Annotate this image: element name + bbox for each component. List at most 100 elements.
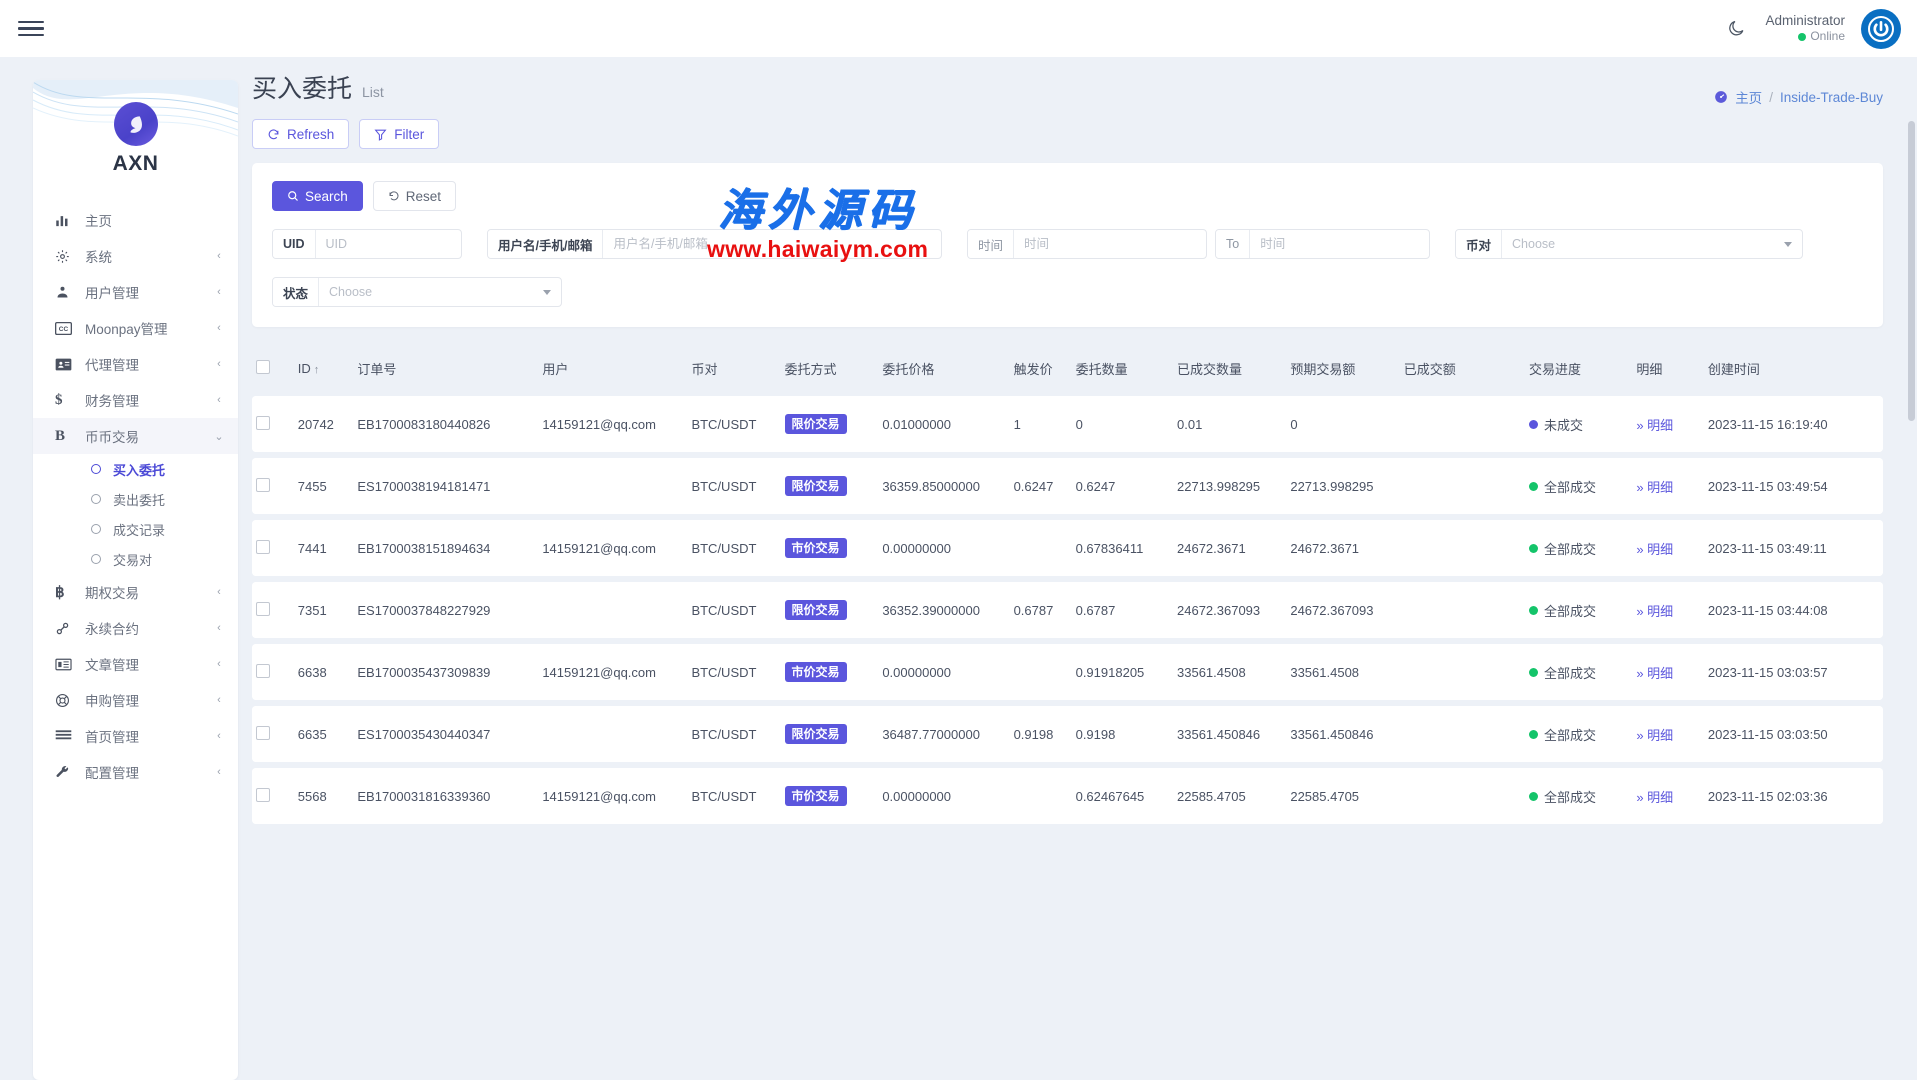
cell-user: 14159121@qq.com — [538, 396, 687, 452]
row-checkbox[interactable] — [256, 788, 270, 802]
sidebar-subitem-label: 成交记录 — [113, 520, 165, 539]
uid-filter[interactable]: UID — [272, 229, 462, 259]
status-filter[interactable]: 状态 Choose — [272, 277, 562, 307]
vertical-scrollbar[interactable] — [1908, 121, 1915, 421]
filter-button[interactable]: Filter — [359, 119, 439, 149]
sidebar-item-system[interactable]: 系统 ‹ — [33, 238, 238, 274]
sidebar-nav: 主页 系统 ‹ 用户管理 ‹ CC Moonpay管理 ‹ — [33, 190, 238, 790]
avatar[interactable] — [1861, 9, 1901, 49]
moon-icon[interactable] — [1723, 16, 1749, 42]
detail-link[interactable]: » 明细 — [1636, 666, 1673, 681]
breadcrumb-separator: / — [1769, 90, 1773, 105]
table-row[interactable]: 20742EB170008318044082614159121@qq.comBT… — [252, 396, 1883, 452]
sidebar-item-perpetual-contract[interactable]: 永续合约 ‹ — [33, 610, 238, 646]
chevron-icon: ‹ — [214, 730, 224, 742]
sidebar-item-sell-order[interactable]: 卖出委托 — [33, 484, 238, 514]
sidebar-item-moonpay[interactable]: CC Moonpay管理 ‹ — [33, 310, 238, 346]
table-row[interactable]: 7351ES1700037848227929BTC/USDT限价交易36352.… — [252, 582, 1883, 638]
sidebar-item-trade-records[interactable]: 成交记录 — [33, 514, 238, 544]
chevron-icon: ‹ — [214, 322, 224, 334]
select-all-header[interactable] — [252, 347, 294, 390]
date-from-input[interactable] — [1014, 230, 1206, 258]
reset-button[interactable]: Reset — [373, 181, 456, 211]
chevron-icon: ‹ — [214, 658, 224, 670]
row-checkbox[interactable] — [256, 416, 270, 430]
id-card-icon — [55, 357, 75, 372]
cell-detail[interactable]: » 明细 — [1632, 582, 1704, 638]
table-row[interactable]: 6635ES1700035430440347BTC/USDT限价交易36487.… — [252, 706, 1883, 762]
user-input[interactable] — [603, 230, 941, 258]
pair-filter[interactable]: 币对 Choose — [1455, 229, 1803, 259]
user-filter[interactable]: 用户名/手机/邮箱 — [487, 229, 942, 259]
cell-order-no: ES1700037848227929 — [353, 582, 538, 638]
sidebar-item-agent-management[interactable]: 代理管理 ‹ — [33, 346, 238, 382]
date-from-filter[interactable]: 时间 — [967, 229, 1207, 259]
row-checkbox-cell[interactable] — [252, 458, 294, 514]
cell-user: 14159121@qq.com — [538, 768, 687, 824]
row-checkbox-cell[interactable] — [252, 768, 294, 824]
status-label: 未成交 — [1544, 415, 1583, 434]
row-checkbox[interactable] — [256, 726, 270, 740]
status-select[interactable]: Choose — [319, 278, 561, 306]
search-button[interactable]: Search — [272, 181, 363, 211]
table-row[interactable]: 7455ES1700038194181471BTC/USDT限价交易36359.… — [252, 458, 1883, 514]
sidebar-item-home[interactable]: 主页 — [33, 202, 238, 238]
date-to-filter[interactable]: To — [1215, 229, 1430, 259]
hamburger-icon[interactable] — [18, 18, 44, 40]
cell-detail[interactable]: » 明细 — [1632, 706, 1704, 762]
row-checkbox-cell[interactable] — [252, 706, 294, 762]
detail-link[interactable]: » 明细 — [1636, 790, 1673, 805]
row-checkbox-cell[interactable] — [252, 582, 294, 638]
sidebar-item-trade-pairs[interactable]: 交易对 — [33, 544, 238, 574]
breadcrumb-home[interactable]: 主页 — [1735, 87, 1762, 107]
uid-input[interactable] — [316, 230, 461, 258]
cell-created-at: 2023-11-15 03:49:11 — [1704, 520, 1883, 576]
cell-detail[interactable]: » 明细 — [1632, 396, 1704, 452]
date-to-input[interactable] — [1250, 230, 1429, 258]
cell-detail[interactable]: » 明细 — [1632, 458, 1704, 514]
table-row[interactable]: 7441EB170003815189463414159121@qq.comBTC… — [252, 520, 1883, 576]
detail-link[interactable]: » 明细 — [1636, 728, 1673, 743]
cell-trade-progress: 全部成交 — [1525, 520, 1632, 576]
cell-detail[interactable]: » 明细 — [1632, 768, 1704, 824]
row-checkbox-cell[interactable] — [252, 520, 294, 576]
sidebar-item-homepage-management[interactable]: 首页管理 ‹ — [33, 718, 238, 754]
table-row[interactable]: 5568EB170003181633936014159121@qq.comBTC… — [252, 768, 1883, 824]
row-checkbox-cell[interactable] — [252, 396, 294, 452]
bitcoin-icon: ฿ — [55, 583, 75, 602]
cell-trigger-price — [1010, 768, 1072, 824]
newspaper-icon — [55, 657, 75, 672]
select-all-checkbox[interactable] — [256, 360, 270, 374]
row-checkbox-cell[interactable] — [252, 644, 294, 700]
pair-select[interactable]: Choose — [1502, 230, 1802, 258]
table-row[interactable]: 6638EB170003543730983914159121@qq.comBTC… — [252, 644, 1883, 700]
sidebar-item-article-management[interactable]: 文章管理 ‹ — [33, 646, 238, 682]
row-checkbox[interactable] — [256, 664, 270, 678]
header-id[interactable]: ID↑ — [294, 347, 354, 390]
cell-detail[interactable]: » 明细 — [1632, 644, 1704, 700]
cell-detail[interactable]: » 明细 — [1632, 520, 1704, 576]
sidebar-item-subscription-management[interactable]: 申购管理 ‹ — [33, 682, 238, 718]
cell-trigger-price: 0.9198 — [1010, 706, 1072, 762]
user-status-label: Online — [1810, 29, 1845, 44]
sidebar: AXN 主页 系统 ‹ 用户管理 ‹ — [33, 80, 238, 1080]
detail-link[interactable]: » 明细 — [1636, 604, 1673, 619]
sidebar-item-buy-order[interactable]: 买入委托 — [33, 454, 238, 484]
refresh-button[interactable]: Refresh — [252, 119, 349, 149]
user-info[interactable]: Administrator Online — [1765, 13, 1845, 45]
chevron-icon: ‹ — [214, 694, 224, 706]
page-header: 买入委托 List Refresh Filter — [252, 57, 1917, 149]
cell-order-qty: 0.91918205 — [1072, 644, 1173, 700]
sidebar-item-config-management[interactable]: 配置管理 ‹ — [33, 754, 238, 790]
detail-link[interactable]: » 明细 — [1636, 480, 1673, 495]
row-checkbox[interactable] — [256, 478, 270, 492]
chevron-icon: ‹ — [214, 394, 224, 406]
detail-link[interactable]: » 明细 — [1636, 418, 1673, 433]
row-checkbox[interactable] — [256, 602, 270, 616]
detail-link[interactable]: » 明细 — [1636, 542, 1673, 557]
sidebar-item-options-trade[interactable]: ฿ 期权交易 ‹ — [33, 574, 238, 610]
sidebar-item-coin-trade[interactable]: B 币币交易 ⌄ — [33, 418, 238, 454]
sidebar-item-finance-management[interactable]: $ 财务管理 ‹ — [33, 382, 238, 418]
row-checkbox[interactable] — [256, 540, 270, 554]
sidebar-item-user-management[interactable]: 用户管理 ‹ — [33, 274, 238, 310]
